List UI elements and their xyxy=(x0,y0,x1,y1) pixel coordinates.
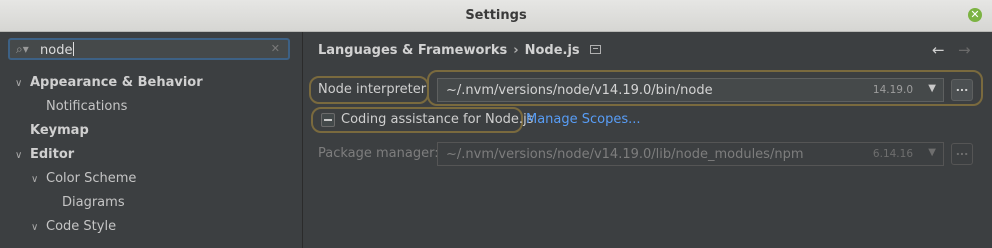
package-manager-combo[interactable]: ~/.nvm/versions/node/v14.19.0/lib/node_m… xyxy=(437,142,944,166)
package-manager-version: 6.14.16 xyxy=(872,148,913,160)
clear-icon[interactable]: ✕ xyxy=(271,42,280,55)
tree-item-appearance-behavior[interactable]: Appearance & Behavior xyxy=(30,75,203,90)
chevron-down-icon[interactable]: ∨ xyxy=(31,174,38,185)
breadcrumb: Languages & Frameworks › Node.js xyxy=(318,43,601,58)
settings-content: Languages & Frameworks › Node.js ← → Node … xyxy=(303,32,992,248)
window-title: Settings xyxy=(465,8,527,23)
search-icon: ⌕▾ xyxy=(16,42,29,56)
project-scope-icon xyxy=(589,45,601,54)
tree-item-notifications[interactable]: Notifications xyxy=(46,99,127,114)
node-interpreter-browse-button[interactable]: ... xyxy=(951,79,973,101)
chevron-down-icon[interactable]: ∨ xyxy=(15,150,22,161)
title-bar: Settings ✕ xyxy=(0,0,992,32)
settings-sidebar: ⌕▾ node ✕ ∨ Appearance & Behavior Notifi… xyxy=(0,32,303,248)
text-caret xyxy=(73,42,75,56)
dropdown-arrow-icon[interactable]: ▼ xyxy=(928,147,936,158)
close-icon[interactable]: ✕ xyxy=(968,8,982,22)
forward-arrow-icon[interactable]: → xyxy=(958,41,971,59)
dropdown-arrow-icon[interactable]: ▼ xyxy=(928,83,936,94)
manage-scopes-link[interactable]: Manage Scopes... xyxy=(526,112,641,127)
package-manager-label: Package manager: xyxy=(318,146,439,161)
tree-item-diagrams[interactable]: Diagrams xyxy=(62,195,125,210)
chevron-down-icon[interactable]: ∨ xyxy=(15,78,22,89)
node-interpreter-path: ~/.nvm/versions/node/v14.19.0/bin/node xyxy=(446,83,713,98)
breadcrumb-separator-icon: › xyxy=(513,43,519,58)
coding-assistance-label[interactable]: Coding assistance for Node.js xyxy=(341,112,533,127)
node-interpreter-version: 14.19.0 xyxy=(872,84,913,96)
tree-item-color-scheme[interactable]: Color Scheme xyxy=(46,171,136,186)
coding-assistance-checkbox[interactable] xyxy=(321,113,335,127)
tree-item-editor[interactable]: Editor xyxy=(30,147,74,162)
search-input[interactable]: node xyxy=(40,42,75,58)
tree-item-code-style[interactable]: Code Style xyxy=(46,219,116,234)
node-interpreter-combo[interactable]: ~/.nvm/versions/node/v14.19.0/bin/node 1… xyxy=(437,78,944,102)
search-value: node xyxy=(40,43,73,58)
package-manager-browse-button[interactable]: ... xyxy=(951,143,973,165)
back-arrow-icon[interactable]: ← xyxy=(932,41,945,59)
chevron-down-icon[interactable]: ∨ xyxy=(31,222,38,233)
breadcrumb-item: Node.js xyxy=(524,43,580,58)
search-field[interactable]: ⌕▾ node ✕ xyxy=(8,38,290,60)
package-manager-path: ~/.nvm/versions/node/v14.19.0/lib/node_m… xyxy=(446,147,804,162)
breadcrumb-item[interactable]: Languages & Frameworks xyxy=(318,43,507,58)
tree-item-keymap[interactable]: Keymap xyxy=(30,123,89,138)
node-interpreter-label: Node interpreter: xyxy=(318,82,431,97)
